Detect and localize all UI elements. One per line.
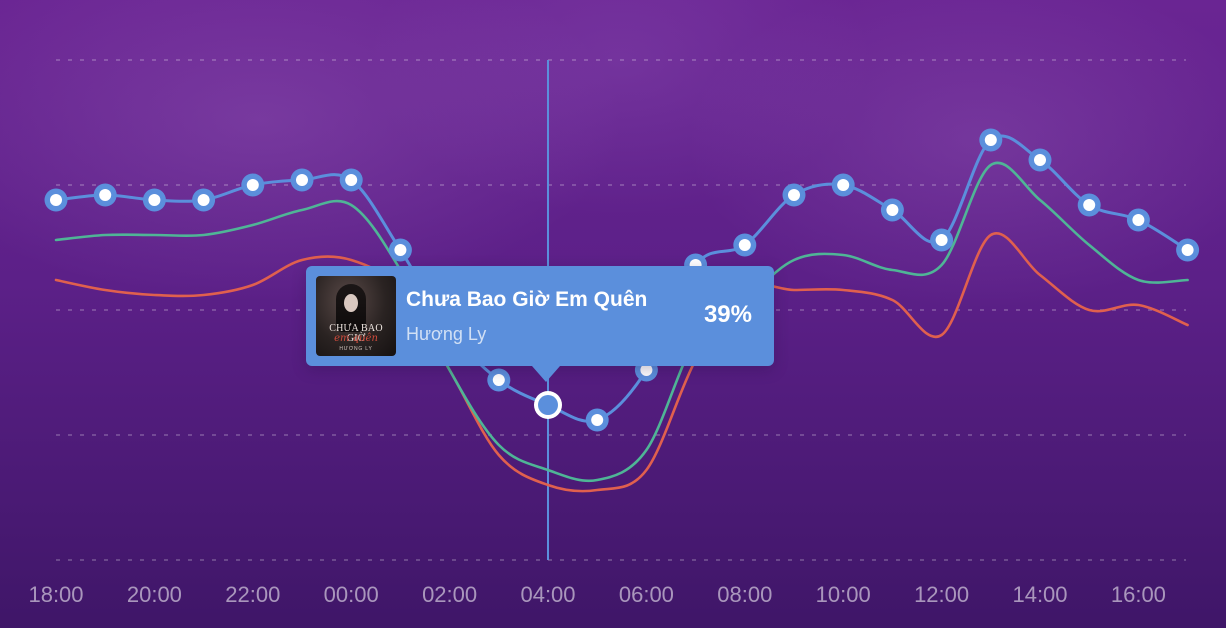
data-point-center <box>99 189 112 201</box>
data-point-center <box>148 194 161 206</box>
data-point-center <box>935 234 948 246</box>
song-title: Chưa Bao Giờ Em Quên <box>406 288 648 311</box>
data-point-center <box>296 174 308 186</box>
cover-face <box>344 294 358 312</box>
data-point-center <box>738 239 751 251</box>
data-point-center <box>591 414 604 426</box>
song-percent: 39% <box>703 301 752 328</box>
x-tick-label: 20:00 <box>127 582 182 607</box>
data-point-center <box>1083 199 1096 211</box>
cover-script-text: em quên <box>334 333 378 344</box>
data-point-center <box>788 189 800 201</box>
x-axis-ticks: 18:00 20:00 22:00 00:00 02:00 04:00 06:00 08:00… <box>28 582 1165 607</box>
data-point-center <box>984 134 997 146</box>
data-point-center <box>394 244 407 256</box>
song-tooltip[interactable]: CHƯA BAO GIỜ em quên HƯƠNG LY Chưa Bao G… <box>306 266 774 382</box>
x-tick-label: 02:00 <box>422 582 477 607</box>
x-tick-label: 22:00 <box>225 582 280 607</box>
x-tick-label: 18:00 <box>28 582 83 607</box>
album-cover: CHƯA BAO GIỜ em quên HƯƠNG LY <box>316 276 396 356</box>
x-tick-label: 08:00 <box>717 582 772 607</box>
song-artist: Hương Ly <box>406 324 487 344</box>
data-point-center <box>1132 214 1145 226</box>
x-tick-label: 06:00 <box>619 582 674 607</box>
x-tick-label: 04:00 <box>520 582 575 607</box>
data-point-center <box>492 374 505 386</box>
data-point-center <box>50 194 62 206</box>
chart-stage: 18:00 20:00 22:00 00:00 02:00 04:00 06:00 08:00… <box>0 0 1226 628</box>
data-point-center <box>1034 154 1046 166</box>
highlight-point[interactable] <box>538 395 558 415</box>
x-tick-label: 12:00 <box>914 582 969 607</box>
x-tick-label: 14:00 <box>1012 582 1067 607</box>
x-tick-label: 00:00 <box>324 582 379 607</box>
data-point-center <box>345 174 358 186</box>
data-point-center <box>246 179 259 191</box>
x-tick-label: 16:00 <box>1111 582 1166 607</box>
data-point-center <box>197 194 210 206</box>
cover-artist-text: HƯƠNG LY <box>339 346 373 352</box>
data-point-center <box>886 204 899 216</box>
data-point-center <box>837 179 850 191</box>
data-point-center <box>1181 244 1194 256</box>
x-tick-label: 10:00 <box>816 582 871 607</box>
